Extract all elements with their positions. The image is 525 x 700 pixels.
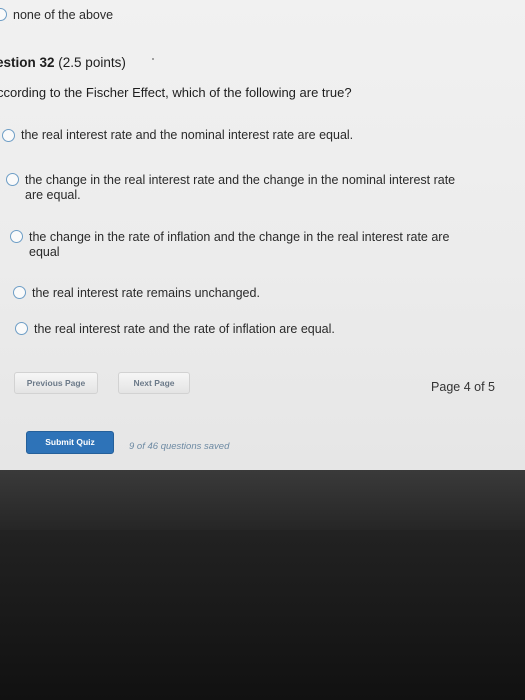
- quiz-screen: none of the above estion 32 (2.5 points)…: [0, 0, 525, 470]
- laptop-hinge: [0, 470, 525, 530]
- radio-none-of-the-above[interactable]: [0, 8, 7, 21]
- question-heading: estion 32 (2.5 points): [0, 55, 126, 70]
- stray-dot: [152, 58, 154, 60]
- option-5-label: the real interest rate and the rate of i…: [34, 322, 504, 337]
- option-2-label: the change in the real interest rate and…: [25, 173, 495, 203]
- radio-option-1[interactable]: [2, 129, 15, 142]
- submit-quiz-button[interactable]: Submit Quiz: [26, 431, 114, 454]
- page-indicator: Page 4 of 5: [431, 380, 495, 394]
- question-prompt: ccording to the Fischer Effect, which of…: [0, 85, 352, 100]
- option-3-line-2: equal: [29, 245, 60, 259]
- previous-page-button[interactable]: Previous Page: [14, 372, 98, 394]
- option-1-label: the real interest rate and the nominal i…: [21, 128, 491, 143]
- option-4-label: the real interest rate remains unchanged…: [32, 286, 502, 301]
- option-4-line-1: the real interest rate remains unchanged…: [32, 286, 260, 300]
- option-5-line-1: the real interest rate and the rate of i…: [34, 322, 335, 336]
- option-3-label: the change in the rate of inflation and …: [29, 230, 499, 260]
- radio-option-3[interactable]: [10, 230, 23, 243]
- radio-option-2[interactable]: [6, 173, 19, 186]
- saved-status: 9 of 46 questions saved: [129, 441, 230, 452]
- option-2-line-2: are equal.: [25, 188, 81, 202]
- radio-option-5[interactable]: [15, 322, 28, 335]
- laptop-body: [0, 530, 525, 700]
- option-1-line-1: the real interest rate and the nominal i…: [21, 128, 354, 142]
- option-label-none-of-the-above: none of the above: [13, 8, 114, 22]
- question-points: (2.5 points): [58, 55, 126, 70]
- option-3-line-1: the change in the rate of inflation and …: [29, 230, 450, 244]
- option-2-line-1: the change in the real interest rate and…: [25, 173, 456, 187]
- radio-option-4[interactable]: [13, 286, 26, 299]
- question-number: estion 32: [0, 55, 55, 70]
- next-page-button[interactable]: Next Page: [118, 372, 190, 394]
